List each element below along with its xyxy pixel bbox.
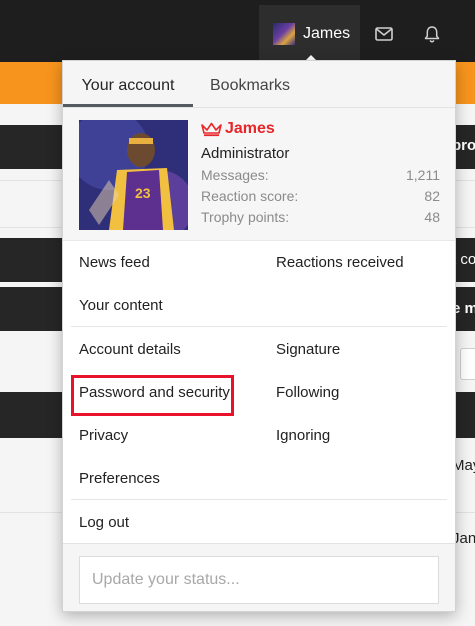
menu-divider — [71, 499, 447, 500]
log-out-link[interactable]: Log out — [79, 514, 129, 531]
your-content-link[interactable]: Your content — [79, 297, 163, 314]
status-update-area — [63, 543, 455, 611]
bell-icon — [424, 25, 440, 43]
alerts-button[interactable] — [408, 5, 456, 62]
stat-value: 48 — [424, 209, 440, 225]
stat-label: Reaction score: — [201, 188, 299, 204]
tab-your-account[interactable]: Your account — [63, 61, 193, 107]
reactions-received-link[interactable]: Reactions received — [276, 254, 404, 271]
account-details-link[interactable]: Account details — [79, 341, 181, 358]
profile-avatar[interactable]: 23 — [79, 120, 188, 230]
status-input[interactable] — [79, 556, 439, 604]
svg-text:23: 23 — [135, 185, 151, 201]
nav-username: James — [303, 24, 351, 42]
profile-role: Administrator — [201, 145, 290, 162]
menu-divider — [71, 326, 447, 327]
inbox-button[interactable] — [360, 5, 408, 62]
crown-icon — [201, 122, 222, 136]
profile-name-text: James — [225, 120, 275, 137]
stat-messages: Messages: 1,211 — [201, 167, 440, 183]
tab-bookmarks[interactable]: Bookmarks — [210, 61, 290, 107]
bg-checkbox[interactable] — [460, 348, 475, 380]
avatar-artwork: 23 — [79, 120, 188, 230]
preferences-link[interactable]: Preferences — [79, 470, 160, 487]
stat-trophy-points: Trophy points: 48 — [201, 209, 440, 225]
stat-value: 1,211 — [406, 167, 440, 183]
account-popup: Your account Bookmarks 23 James Administ… — [62, 60, 456, 612]
stat-reaction-score: Reaction score: 82 — [201, 188, 440, 204]
user-menu-button[interactable]: James — [259, 5, 360, 62]
nav-avatar — [273, 22, 295, 45]
following-link[interactable]: Following — [276, 384, 339, 401]
ignoring-link[interactable]: Ignoring — [276, 427, 330, 444]
stat-value: 82 — [424, 188, 440, 204]
news-feed-link[interactable]: News feed — [79, 254, 150, 271]
signature-link[interactable]: Signature — [276, 341, 340, 358]
profile-card: 23 James Administrator Messages: 1,211 R… — [63, 108, 455, 241]
privacy-link[interactable]: Privacy — [79, 427, 128, 444]
profile-name[interactable]: James — [201, 120, 275, 138]
stat-label: Messages: — [201, 167, 269, 183]
password-security-link[interactable]: Password and security — [79, 384, 230, 401]
mail-icon — [375, 26, 393, 41]
stat-label: Trophy points: — [201, 209, 290, 225]
top-navigation-bar: James — [0, 0, 475, 62]
popup-tabs: Your account Bookmarks — [63, 61, 455, 108]
